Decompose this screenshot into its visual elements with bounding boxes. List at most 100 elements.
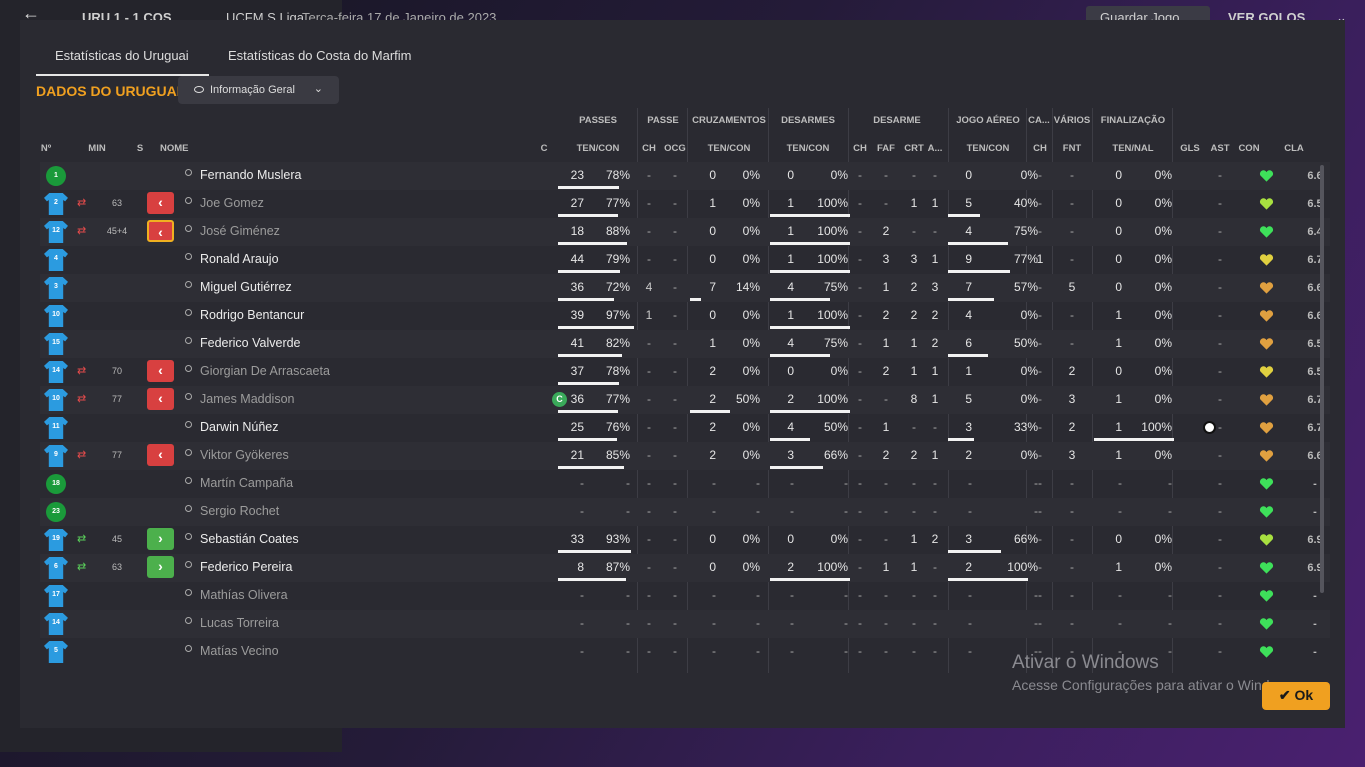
stat-value: 21 bbox=[570, 448, 584, 462]
column-header[interactable]: CON bbox=[1234, 143, 1264, 154]
player-name[interactable]: Joe Gomez bbox=[200, 196, 264, 210]
stat-value: - bbox=[647, 196, 651, 210]
stat-value: 0 bbox=[1115, 196, 1122, 210]
tab-uruguay-stats[interactable]: Estatísticas do Uruguai bbox=[36, 48, 209, 76]
column-header[interactable]: C bbox=[534, 143, 554, 154]
stat-value: 1 bbox=[1115, 420, 1122, 434]
stat-value: - bbox=[912, 224, 916, 238]
stat-percent: - bbox=[756, 504, 760, 518]
table-row[interactable]: 3 Miguel Gutiérrez 36 72% 4-7 14% 4 75% -1 2 3 7 57%… bbox=[40, 274, 1330, 302]
minutes-played: 45+4 bbox=[106, 226, 128, 236]
column-header[interactable]: CH bbox=[1028, 143, 1052, 154]
table-row[interactable]: 6 ⇄ 63 › Federico Pereira 8 87% - -0 0% 2 100% -1 1-2… bbox=[40, 554, 1330, 582]
player-name[interactable]: Federico Pereira bbox=[200, 560, 292, 574]
stat-value: 27 bbox=[570, 196, 584, 210]
column-header[interactable]: FAF bbox=[872, 143, 900, 154]
stat-value: - bbox=[1218, 616, 1222, 630]
stat-value: 0 bbox=[787, 168, 794, 182]
table-row[interactable]: 15 Federico Valverde 41 82% - -1 0% 4 75% -1 1 2 6 50… bbox=[40, 330, 1330, 358]
column-header[interactable]: TEN/NAL bbox=[1092, 143, 1174, 154]
tab-label: Estatísticas do Uruguai bbox=[55, 48, 189, 63]
player-name[interactable]: Mathías Olivera bbox=[200, 588, 288, 602]
sub-out-icon[interactable]: ‹ bbox=[147, 388, 174, 410]
player-icon bbox=[184, 449, 193, 460]
sub-in-icon[interactable]: › bbox=[147, 556, 174, 578]
column-header[interactable]: NOME bbox=[160, 143, 220, 154]
table-row[interactable]: 10 ⇄ 77 ‹ James Maddison C 36 77% - -2 50% 2 100% - -8… bbox=[40, 386, 1330, 414]
table-row[interactable]: 19 ⇄ 45 › Sebastián Coates 33 93% - -0 0% 0 0% - -1 2 3… bbox=[40, 526, 1330, 554]
player-name[interactable]: Viktor Gyökeres bbox=[200, 448, 289, 462]
column-header[interactable]: CRT bbox=[900, 143, 928, 154]
sub-in-icon[interactable]: › bbox=[147, 528, 174, 550]
column-header[interactable]: Nº bbox=[34, 143, 58, 154]
column-header[interactable]: S bbox=[128, 143, 152, 154]
column-header[interactable]: MIN bbox=[86, 143, 108, 154]
table-row[interactable]: 10 Rodrigo Bentancur 39 97% 1-0 0% 1 100% -2 2 2 4 0… bbox=[40, 302, 1330, 330]
column-header[interactable]: AST bbox=[1206, 143, 1234, 154]
stat-value: - bbox=[858, 588, 862, 602]
column-header[interactable]: TEN/CON bbox=[768, 143, 848, 154]
player-name[interactable]: Federico Valverde bbox=[200, 336, 301, 350]
column-header[interactable]: TEN/CON bbox=[948, 143, 1028, 154]
stat-value: - bbox=[858, 392, 862, 406]
stat-value: 8 bbox=[577, 560, 584, 574]
column-header[interactable]: GLS bbox=[1174, 143, 1206, 154]
player-name[interactable]: Darwin Núñez bbox=[200, 420, 279, 434]
player-name[interactable]: Sergio Rochet bbox=[200, 504, 279, 518]
player-name[interactable]: Giorgian De Arrascaeta bbox=[200, 364, 330, 378]
player-name[interactable]: James Maddison bbox=[200, 392, 295, 406]
table-row[interactable]: 17 Mathías Olivera - - - - - - - - - - - - - - - - - - - - bbox=[40, 582, 1330, 610]
table-row[interactable]: 11 Darwin Núñez 25 76% - -2 0% 4 50% -1- -3 33% -2 1 1… bbox=[40, 414, 1330, 442]
stat-percent: 77% bbox=[605, 196, 630, 210]
stat-value: - bbox=[673, 616, 677, 630]
table-row[interactable]: 23 Sergio Rochet - - - - - - - - - - - - - - - - - - - - bbox=[40, 498, 1330, 526]
player-name[interactable]: Ronald Araujo bbox=[200, 252, 279, 266]
table-row[interactable]: 4 Ronald Araujo 44 79% - -0 0% 1 100% -3 3 1 9 77% 1-0… bbox=[40, 246, 1330, 274]
player-name[interactable]: José Giménez bbox=[200, 224, 280, 238]
stat-percent: 100% bbox=[817, 560, 848, 574]
player-name[interactable]: Fernando Muslera bbox=[200, 168, 301, 182]
player-rating: 6.7 bbox=[1307, 422, 1323, 434]
table-row[interactable]: 18 Martín Campaña - - - - - - - - - - - - - - - - - - - - bbox=[40, 470, 1330, 498]
player-name[interactable]: Rodrigo Bentancur bbox=[200, 308, 304, 322]
column-header[interactable]: FNT bbox=[1052, 143, 1092, 154]
player-rating: 6.5 bbox=[1307, 338, 1323, 350]
condition-heart-icon bbox=[1259, 225, 1274, 239]
player-name[interactable]: Lucas Torreira bbox=[200, 616, 279, 630]
column-header[interactable]: OCG bbox=[662, 143, 688, 154]
player-name[interactable]: Miguel Gutiérrez bbox=[200, 280, 292, 294]
sub-out-icon[interactable]: ‹ bbox=[147, 360, 174, 382]
stat-value: 4 bbox=[965, 308, 972, 322]
view-dropdown[interactable]: Informação Geral ⌄ bbox=[178, 76, 339, 104]
stat-value: 1 bbox=[931, 196, 939, 210]
stat-bar bbox=[948, 298, 994, 301]
stat-value: - bbox=[673, 336, 677, 350]
column-header[interactable]: CH bbox=[638, 143, 660, 154]
player-name[interactable]: Martín Campaña bbox=[200, 476, 293, 490]
stat-value: - bbox=[790, 616, 794, 630]
stat-value: - bbox=[1218, 364, 1222, 378]
table-row[interactable]: 14 ⇄ 70 ‹ Giorgian De Arrascaeta 37 78% - - 2 0% 0 0… bbox=[40, 358, 1330, 386]
table-row[interactable]: 14 Lucas Torreira - - - - - - - - - - - - - - - - - - - - bbox=[40, 610, 1330, 638]
table-row[interactable]: 2 ⇄ 63 ‹ Joe Gomez 27 77% - -1 0% 1 100% - -1 1 5 40% - -0… bbox=[40, 190, 1330, 218]
tab-ivory-coast-stats[interactable]: Estatísticas do Costa do Marfim bbox=[228, 48, 438, 76]
table-row[interactable]: 9 ⇄ 77 ‹ Viktor Gyökeres 21 85% - -2 0% 3 66% -2 2 1 2 0… bbox=[40, 442, 1330, 470]
stat-value: 1 bbox=[882, 280, 890, 294]
column-header[interactable]: CLA bbox=[1278, 143, 1310, 154]
ok-button[interactable]: ✔ Ok bbox=[1262, 682, 1330, 710]
stats-modal: Estatísticas do Uruguai Estatísticas do … bbox=[20, 20, 1345, 728]
stat-value: - bbox=[673, 560, 677, 574]
sub-out-icon[interactable]: ‹ bbox=[147, 444, 174, 466]
stat-value: 1 bbox=[787, 224, 794, 238]
table-row[interactable]: 1 Fernando Muslera 23 78% - -0 0% 0 0% - - - -0 0% - -0… bbox=[40, 162, 1330, 190]
sub-out-icon[interactable]: ‹ bbox=[147, 192, 174, 214]
column-header[interactable]: A... bbox=[926, 143, 944, 154]
player-name[interactable]: Sebastián Coates bbox=[200, 532, 299, 546]
table-row[interactable]: 12 ⇄ 45+4 ‹ José Giménez 18 88% - -0 0% 1 100% -2- -4… bbox=[40, 218, 1330, 246]
scrollbar[interactable] bbox=[1320, 165, 1324, 593]
player-name[interactable]: Matías Vecino bbox=[200, 644, 279, 658]
column-header[interactable]: CH bbox=[848, 143, 872, 154]
column-header[interactable]: TEN/CON bbox=[688, 143, 770, 154]
sub-out-icon[interactable]: ‹ bbox=[147, 220, 174, 242]
column-header[interactable]: TEN/CON bbox=[558, 143, 638, 154]
